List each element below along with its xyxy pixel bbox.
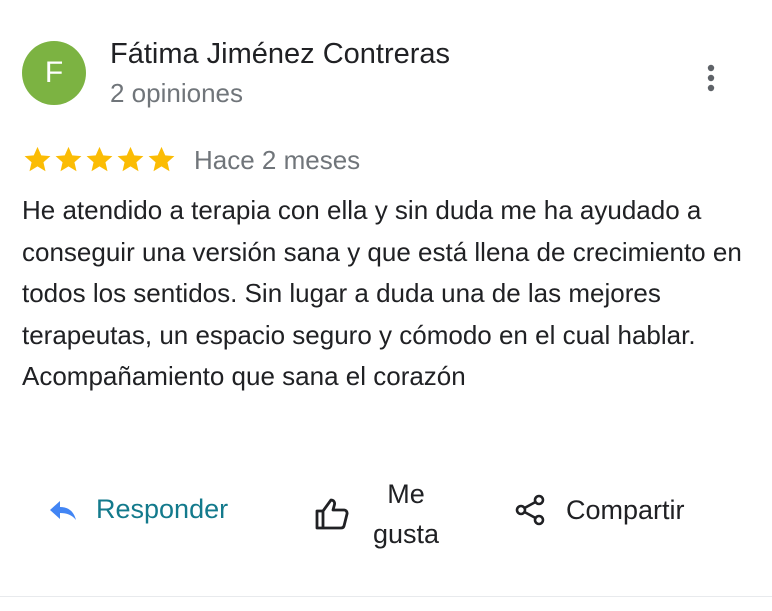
more-options-button[interactable] xyxy=(692,58,730,98)
like-button[interactable]: Me gusta xyxy=(314,474,444,554)
avatar[interactable]: F xyxy=(22,41,86,105)
review-actions: Responder Me gusta Compartir xyxy=(0,470,772,560)
reply-icon xyxy=(50,500,76,520)
share-icon xyxy=(515,494,545,526)
review-text: He atendido a terapia con ella y sin dud… xyxy=(22,195,742,392)
reply-button[interactable]: Responder xyxy=(48,494,228,525)
avatar-initial: F xyxy=(44,56,64,89)
star-icon xyxy=(117,146,144,171)
star-icon xyxy=(24,146,51,171)
review-date: Hace 2 meses xyxy=(194,145,361,175)
like-label: Me gusta xyxy=(372,479,440,549)
review-card: F Fátima Jiménez Contreras 2 opiniones H… xyxy=(0,0,772,611)
star-icon xyxy=(148,146,175,171)
review-count: 2 opiniones xyxy=(110,78,243,108)
more-vert-icon xyxy=(707,64,715,92)
star-icon xyxy=(55,146,82,171)
divider xyxy=(0,596,772,597)
star-icon xyxy=(86,146,113,171)
share-label: Compartir xyxy=(566,494,685,525)
thumb-up-icon xyxy=(315,498,349,530)
reviewer-name[interactable]: Fátima Jiménez Contreras xyxy=(110,38,450,71)
reply-label: Responder xyxy=(96,494,229,524)
share-button[interactable]: Compartir xyxy=(514,494,685,526)
star-rating xyxy=(22,143,177,175)
